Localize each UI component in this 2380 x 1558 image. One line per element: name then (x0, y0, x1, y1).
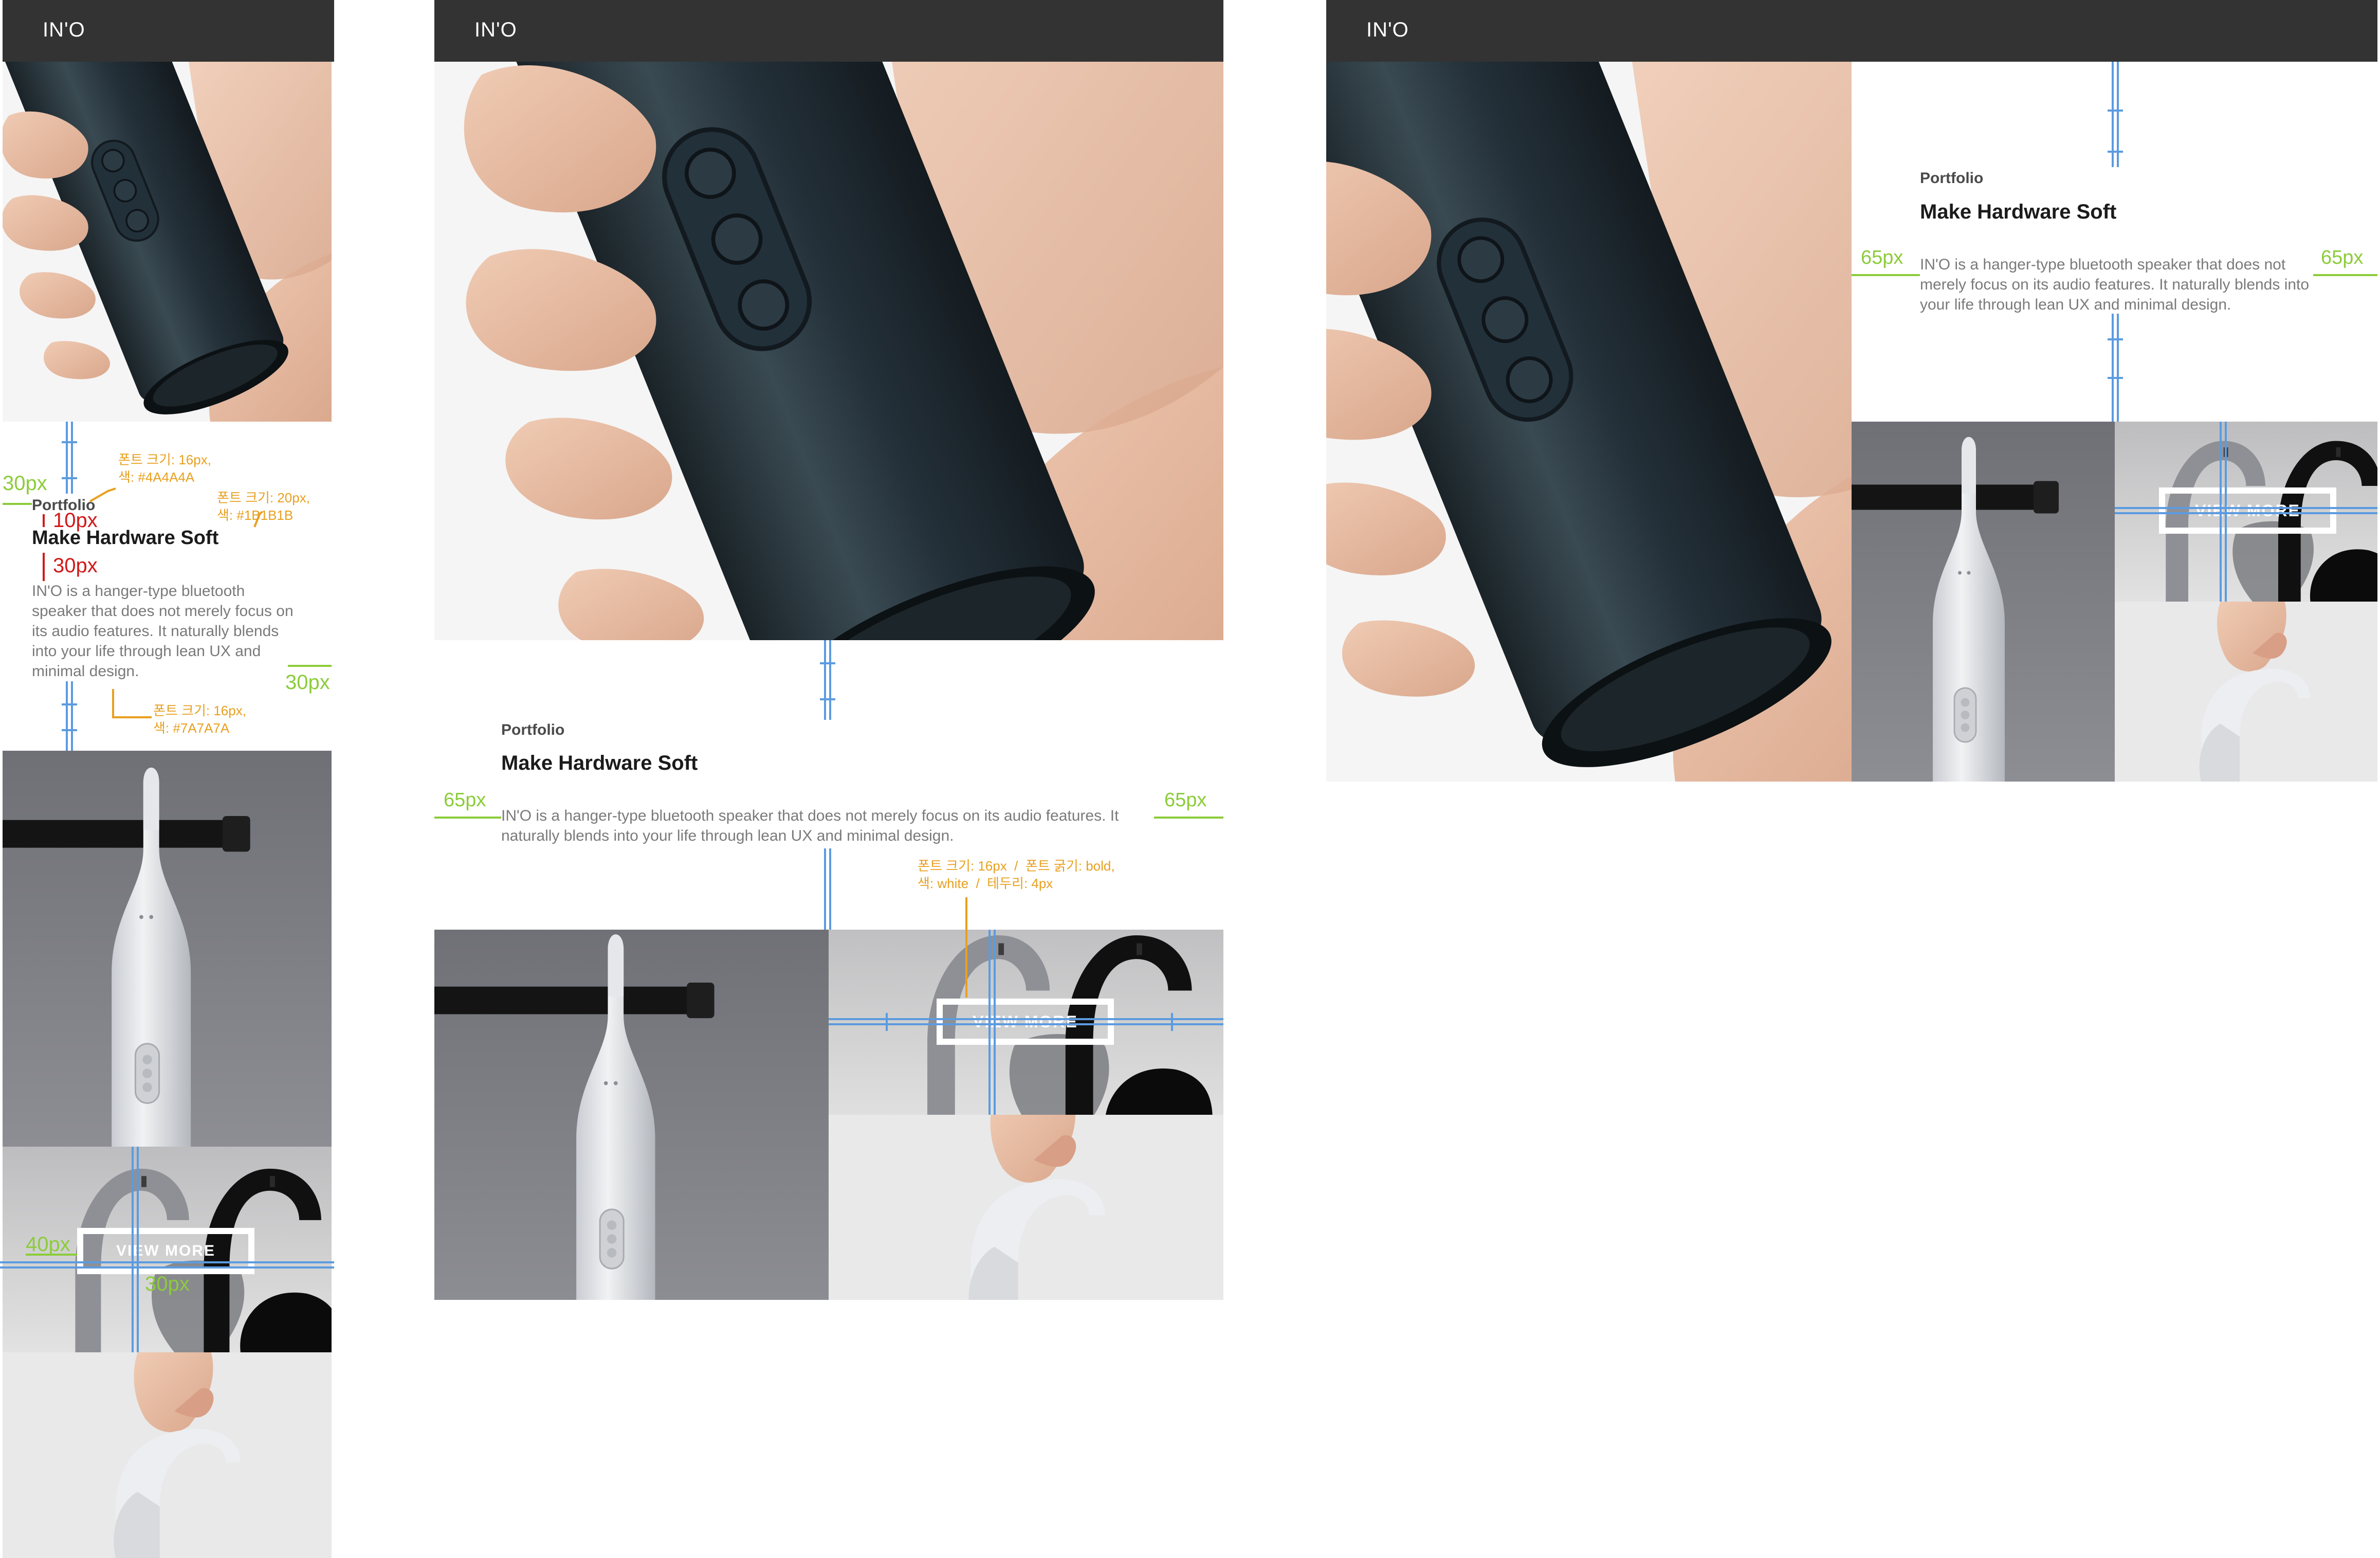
hand-hook-photo (2115, 602, 2377, 782)
view-more-button[interactable]: VIEW MORE (2159, 487, 2336, 534)
hand-hook-photo (3, 1352, 332, 1558)
spacing-annotation: 65px (2321, 247, 2364, 268)
spacing-annotation: 30px (145, 1273, 190, 1295)
portfolio-description: IN'O is a hanger-type bluetooth speaker … (1920, 256, 2310, 313)
mobile-layout-frame: IN'O Portfolio Make Hardware Soft IN'O i… (0, 0, 334, 1558)
view-more-button[interactable]: VIEW MORE (937, 999, 1114, 1045)
spacing-annotation: 65px (1861, 247, 1903, 268)
header-bar: IN'O (3, 0, 334, 62)
spacing-annotation: 30px (285, 671, 330, 694)
portfolio-title: Make Hardware Soft (1920, 201, 2117, 223)
font-spec-annotation: 폰트 크기: 16px, 색: #7A7A7A (153, 703, 246, 736)
portfolio-description: IN'O is a hanger-type bluetooth speaker … (32, 583, 294, 680)
hand-hook-photo (829, 1115, 1223, 1300)
portfolio-category: Portfolio (501, 721, 565, 738)
hanging-speaker-photo (3, 751, 332, 1147)
hero-photo (3, 62, 332, 422)
spacing-annotation: 40px (26, 1233, 70, 1256)
brand-logo[interactable]: IN'O (43, 19, 85, 42)
spacing-annotation: 65px (1164, 789, 1207, 811)
desktop-layout-frame: IN'O Portfolio Make Hardware Soft IN'O i… (1326, 0, 2380, 784)
spacing-annotation: 65px (444, 789, 486, 811)
spacing-annotation: 30px (53, 554, 98, 577)
font-spec-annotation: 폰트 크기: 16px / 폰트 굵기: bold, 색: white / 테두… (918, 858, 1115, 891)
font-spec-annotation: 폰트 크기: 16px, 색: #4A4A4A (118, 452, 211, 485)
brand-logo[interactable]: IN'O (1366, 19, 1409, 42)
hero-photo (434, 62, 1223, 640)
font-spec-annotation: 폰트 크기: 20px, 색: #1B1B1B (217, 490, 310, 523)
brand-logo[interactable]: IN'O (474, 19, 517, 42)
header-bar: IN'O (434, 0, 1223, 62)
portfolio-description: IN'O is a hanger-type bluetooth speaker … (501, 807, 1119, 844)
spacing-annotation: 30px (3, 472, 47, 495)
header-bar: IN'O (1326, 0, 2377, 62)
view-more-button[interactable]: VIEW MORE (77, 1228, 254, 1274)
spacing-annotation: 10px (53, 509, 98, 532)
portfolio-category: Portfolio (1920, 170, 1984, 187)
portfolio-title: Make Hardware Soft (501, 752, 698, 774)
tablet-layout-frame: IN'O Portfolio Make Hardware Soft IN'O i… (434, 0, 1229, 1301)
hero-photo (1326, 62, 1852, 782)
hanging-speaker-photo (1852, 422, 2115, 782)
hanging-speaker-photo (434, 930, 829, 1300)
